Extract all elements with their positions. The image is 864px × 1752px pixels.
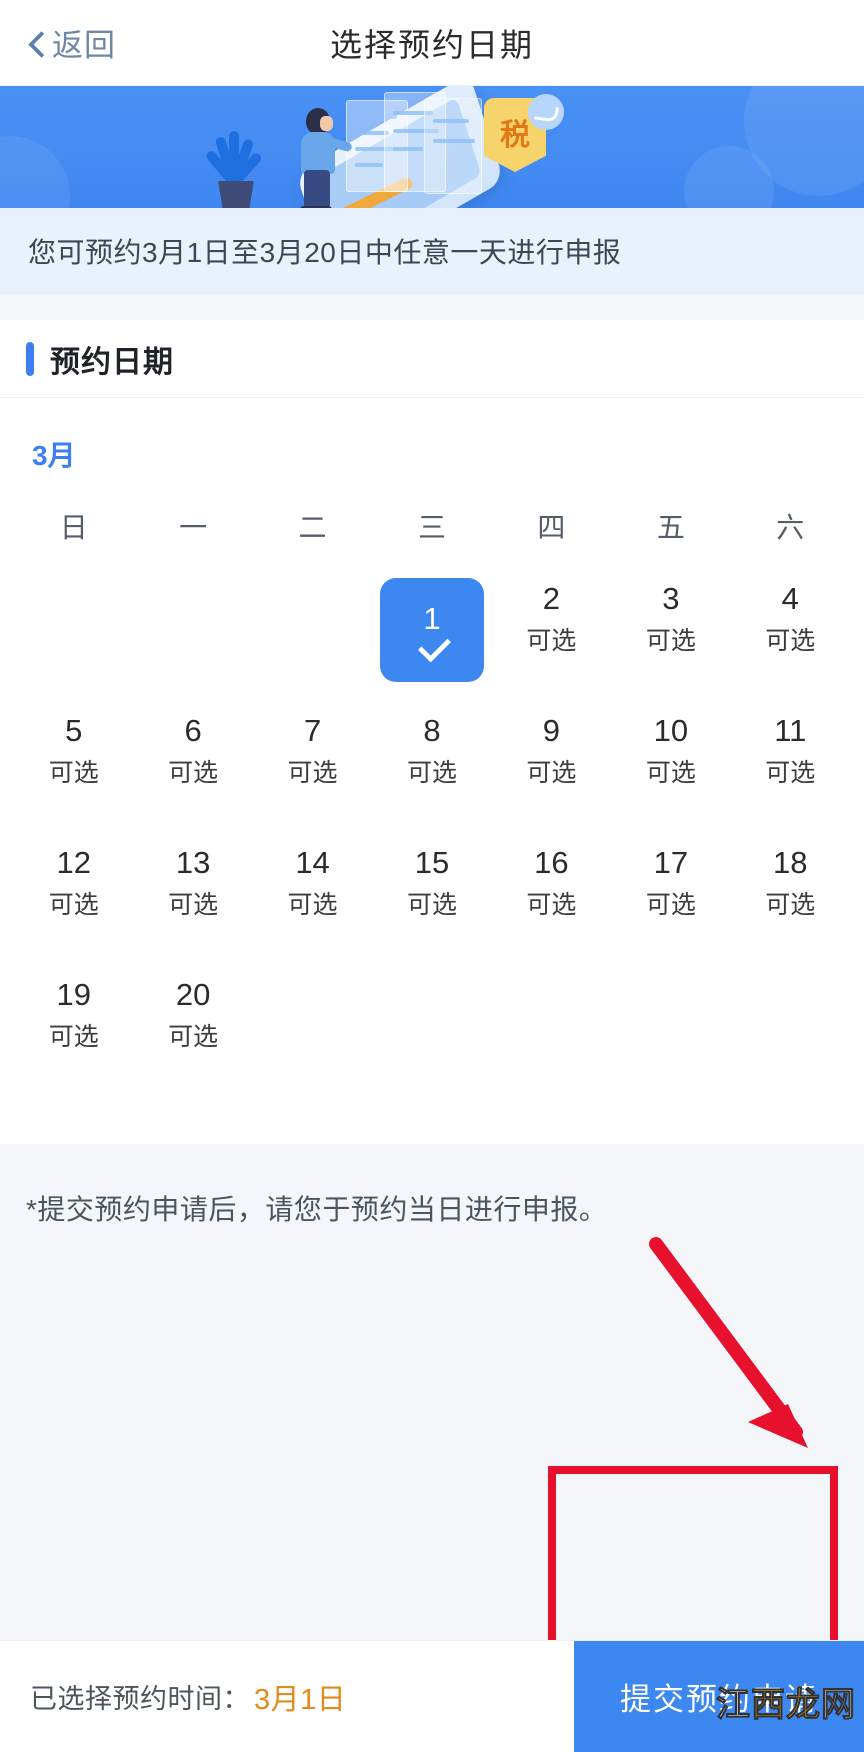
- calendar-day-status: 可选: [645, 759, 696, 787]
- section-header: 预约日期: [0, 320, 864, 398]
- calendar-weekday-6: 六: [776, 512, 805, 543]
- calendar-day-cell[interactable]: 13 可选: [133, 836, 252, 968]
- calendar-day-status: 可选: [765, 891, 816, 919]
- navigation-bar: 返回 选择预约日期: [0, 0, 864, 86]
- calendar-day-cell[interactable]: 12 可选: [14, 836, 133, 968]
- calendar-day-cell[interactable]: 14 可选: [253, 836, 372, 968]
- calendar: 3月 日一二三四五六 1 2 可选 3 可选 4 可选 5 可选 6 可选 7 可选 8 可选 9 可选 10 可选…: [0, 398, 864, 1144]
- calendar-day-status: 可选: [645, 627, 696, 655]
- back-button-label: 返回: [52, 28, 116, 63]
- info-banner: 您可预约3月1日至3月20日中任意一天进行申报: [0, 208, 864, 294]
- section-title: 预约日期: [50, 345, 174, 379]
- calendar-day-cell[interactable]: 19 可选: [14, 968, 133, 1100]
- section-accent-bar: [26, 341, 34, 376]
- selected-appointment-info: 已选择预约时间： 3月1日: [0, 1641, 574, 1752]
- person-illustration: [292, 108, 353, 208]
- calendar-day-cell[interactable]: 10 可选: [611, 704, 730, 836]
- calendar-day-number: 8: [423, 713, 441, 748]
- calendar-day-cell[interactable]: 1: [372, 572, 491, 704]
- calendar-day-number: 20: [175, 977, 211, 1012]
- chevron-left-icon: [26, 33, 46, 53]
- submit-appointment-button[interactable]: 提交预约申请: [574, 1641, 864, 1752]
- calendar-day-number: 18: [773, 845, 808, 880]
- annotation-arrow: [649, 1237, 808, 1448]
- calendar-day-grid: 1 2 可选 3 可选 4 可选 5 可选 6 可选 7 可选 8 可选 9 可选 10 可选 11 可选 12 可选 13 可…: [14, 572, 850, 1100]
- calendar-day-status: 可选: [168, 1023, 219, 1051]
- calendar-day-cell[interactable]: 9 可选: [492, 704, 611, 836]
- calendar-day-number: 6: [184, 713, 202, 748]
- check-icon: [414, 639, 450, 659]
- calendar-day-number: 9: [542, 713, 561, 748]
- calendar-weekday-5: 五: [656, 512, 685, 543]
- calendar-day-status: 可选: [526, 759, 577, 787]
- calendar-day-status: 可选: [526, 627, 577, 655]
- calendar-day-number: 13: [175, 845, 211, 880]
- calendar-day-cell[interactable]: 7 可选: [253, 704, 372, 836]
- app-screen: 返回 选择预约日期 税 您可预约3月1日至3月20日中任意一天进行申报 预约日期…: [0, 0, 864, 1752]
- calendar-day-status: 可选: [287, 891, 338, 919]
- calendar-day-cell[interactable]: 17 可选: [611, 836, 730, 968]
- calendar-day-status: 可选: [406, 759, 457, 787]
- clock-icon: [528, 94, 564, 130]
- calendar-day-cell[interactable]: 2 可选: [492, 572, 611, 704]
- calendar-day-number: 7: [303, 713, 322, 748]
- calendar-day-status: 可选: [168, 891, 219, 919]
- calendar-day-cell[interactable]: 5 可选: [14, 704, 133, 836]
- calendar-weekday-row: 日一二三四五六: [14, 496, 850, 572]
- calendar-day-status: 可选: [765, 627, 816, 655]
- calendar-day-status: 可选: [48, 891, 99, 919]
- calendar-day-status: 可选: [526, 891, 577, 919]
- selected-appointment-label: 已选择预约时间：: [30, 1684, 250, 1714]
- calendar-day-status: 可选: [48, 1023, 99, 1051]
- calendar-selected-day: 1: [379, 578, 484, 682]
- calendar-weekday-1: 一: [179, 512, 208, 543]
- back-button[interactable]: 返回: [0, 20, 116, 65]
- calendar-weekday-4: 四: [537, 512, 566, 543]
- calendar-day-cell[interactable]: 16 可选: [492, 836, 611, 968]
- calendar-weekday-0: 日: [59, 512, 88, 543]
- calendar-day-status: 可选: [645, 891, 696, 919]
- plant-illustration: [196, 116, 276, 208]
- calendar-day-number: 2: [542, 581, 561, 616]
- calendar-day-cell[interactable]: 4 可选: [731, 572, 850, 704]
- calendar-day-status: 可选: [406, 891, 457, 919]
- calendar-day-status: 可选: [168, 759, 219, 787]
- calendar-day-number: 15: [414, 845, 450, 880]
- hero-banner: 税: [0, 86, 864, 208]
- calendar-day-number: 5: [65, 713, 83, 748]
- calendar-weekday-3: 三: [417, 512, 446, 543]
- footnote-band: *提交预约申请后，请您于预约当日进行申报。: [0, 1144, 864, 1228]
- appointment-date-section: 预约日期 3月 日一二三四五六 1 2 可选 3 可选 4 可选 5 可选 6 可选 7 可选 8 可选 9 可…: [0, 320, 864, 1144]
- calendar-day-number: 14: [295, 845, 330, 880]
- calendar-day-cell[interactable]: 11 可选: [731, 704, 850, 836]
- calendar-day-cell[interactable]: 6 可选: [133, 704, 252, 836]
- calendar-day-number: 4: [781, 581, 799, 616]
- calendar-day-number: 3: [662, 581, 680, 616]
- banner-blob-decoration: [0, 136, 70, 208]
- calendar-day-number: 10: [653, 713, 689, 748]
- calendar-day-number: 12: [56, 845, 91, 880]
- calendar-day-number: 19: [56, 977, 91, 1012]
- tax-badge-label: 税: [500, 118, 530, 153]
- calendar-day-cell[interactable]: 8 可选: [372, 704, 491, 836]
- calendar-month-label: 3月: [32, 440, 76, 471]
- calendar-weekday-2: 二: [298, 512, 327, 543]
- calendar-day-status: 可选: [287, 759, 338, 787]
- page-title: 选择预约日期: [329, 26, 534, 63]
- footnote-text: *提交预约申请后，请您于预约当日进行申报。: [26, 1194, 608, 1225]
- spacer-band: [0, 294, 864, 320]
- info-banner-text: 您可预约3月1日至3月20日中任意一天进行申报: [28, 237, 622, 268]
- calendar-day-status: 可选: [765, 759, 816, 787]
- calendar-day-number: 11: [774, 713, 807, 748]
- calendar-day-status: 可选: [48, 759, 99, 787]
- bottom-action-bar: 已选择预约时间： 3月1日 提交预约申请: [0, 1640, 864, 1752]
- document-sheet-illustration: [424, 98, 482, 194]
- calendar-day-cell[interactable]: 3 可选: [611, 572, 730, 704]
- calendar-day-cell[interactable]: 15 可选: [372, 836, 491, 968]
- calendar-day-number: 17: [653, 845, 689, 880]
- calendar-day-cell[interactable]: 20 可选: [133, 968, 252, 1100]
- selected-appointment-value: 3月1日: [254, 1683, 347, 1716]
- calendar-day-number: 16: [534, 845, 569, 880]
- calendar-day-cell[interactable]: 18 可选: [731, 836, 850, 968]
